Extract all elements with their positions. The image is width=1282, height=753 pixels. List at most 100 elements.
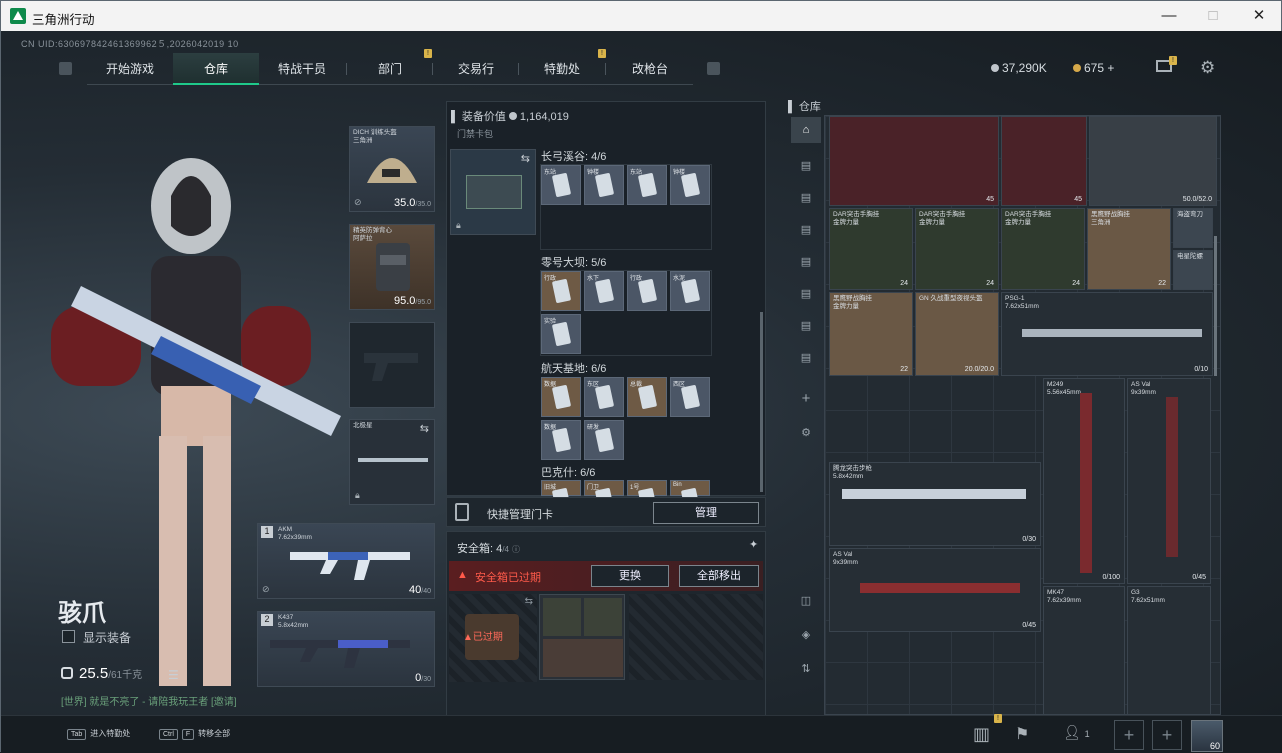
layers-icon[interactable]: ◈ xyxy=(791,622,821,648)
bottom-bar: Tab 进入特勤处 Ctrl F 转移全部 ▥ ! ⚑ 👤︎ 1 + + 60 xyxy=(1,714,1282,753)
add-teammate-button[interactable]: + xyxy=(1114,720,1144,750)
add-page-icon[interactable]: + xyxy=(791,386,821,412)
psg1-image xyxy=(1022,329,1202,337)
storage-item[interactable]: 电星陀螺 xyxy=(1173,250,1213,290)
tab-trade[interactable]: 交易行 xyxy=(433,53,519,85)
keycard[interactable]: 行政 xyxy=(627,271,667,311)
swap-icon[interactable]: ⇆ xyxy=(525,596,533,607)
show-gear-checkbox[interactable] xyxy=(62,630,75,643)
keycard[interactable]: 数据 xyxy=(541,377,581,417)
keycard[interactable]: 钟楼 xyxy=(670,165,710,205)
enter-special-ops-hint[interactable]: Tab 进入特勤处 xyxy=(67,728,130,740)
primary-weapon-slot[interactable]: 1 AKM 7.62x39mm ⊘ 40/40 xyxy=(257,523,435,599)
swap-icon[interactable]: ⇆ xyxy=(521,152,530,165)
storage-page-tab[interactable]: ▤ xyxy=(791,345,821,371)
storage-page-tab[interactable]: ▤ xyxy=(791,281,821,307)
keycard-scrollbar[interactable] xyxy=(760,312,763,492)
storage-grid: 45 45 50.0/52.0 DAR突击手胸挂 金牌力量 24 DAR突击手胸挂… xyxy=(824,115,1221,715)
storage-item[interactable]: 黑鹰野战胸挂 三角洲 22 xyxy=(1087,208,1171,290)
keycard[interactable]: 钟楼 xyxy=(584,165,624,205)
chat-message[interactable]: [世界] 就是不亮了 - 请陪我玩王者 [邀请] xyxy=(61,693,237,708)
gear-icon[interactable]: ⚙ xyxy=(1200,58,1215,78)
keycard[interactable]: 西区 xyxy=(670,377,710,417)
storage-item[interactable]: 海盗弯刀 xyxy=(1173,208,1213,248)
keycard[interactable]: 水下 xyxy=(584,271,624,311)
flag-icon[interactable]: ⚑ xyxy=(1015,724,1029,744)
storage-item[interactable]: 45 xyxy=(829,116,999,206)
move-all-button[interactable]: 全部移出 xyxy=(679,565,759,587)
nav-prev-q-icon[interactable] xyxy=(59,62,72,75)
help-icon[interactable]: ⓘ xyxy=(512,545,520,554)
maximize-button[interactable]: □ xyxy=(1198,6,1228,26)
storage-item[interactable]: AS Val 9x39mm 0/45 xyxy=(829,548,1041,632)
tab-start-game[interactable]: 开始游戏 xyxy=(87,53,173,85)
storage-item[interactable]: M249 5.56x45mm 0/100 xyxy=(1043,378,1125,584)
manage-button[interactable]: 管理 xyxy=(653,502,759,524)
keycard[interactable]: 1号 xyxy=(627,480,667,496)
storage-item[interactable]: 50.0/52.0 xyxy=(1089,116,1217,206)
replace-button[interactable]: 更换 xyxy=(591,565,669,587)
keycard[interactable]: 行政 xyxy=(541,271,581,311)
keycard[interactable]: Bin xyxy=(670,480,710,496)
tab-warehouse[interactable]: 仓库 xyxy=(173,53,259,85)
friends-icon[interactable]: 👤︎ 1 xyxy=(1063,724,1090,741)
keycard[interactable]: 实验 xyxy=(541,314,581,354)
storage-scrollbar[interactable] xyxy=(1214,236,1217,376)
safe-item[interactable] xyxy=(543,639,623,677)
avatar[interactable]: 60 xyxy=(1191,720,1223,752)
transfer-all-hint[interactable]: Ctrl F 转移全部 xyxy=(159,728,230,740)
storage-page-tab[interactable]: ▤ xyxy=(791,217,821,243)
close-button[interactable]: ✕ xyxy=(1244,6,1274,26)
safe-box-slot[interactable]: ▲已过期 ⇆ xyxy=(449,594,537,682)
keycard-label: 东站 xyxy=(544,170,557,176)
filter-icon[interactable]: ◫ xyxy=(791,588,821,614)
pistol-slot-empty[interactable] xyxy=(349,322,435,408)
keycard[interactable]: 研发 xyxy=(584,420,624,460)
storage-page-tab[interactable]: ▤ xyxy=(791,313,821,339)
nav-next-e-icon[interactable] xyxy=(707,62,720,75)
stats-icon[interactable]: ▥ xyxy=(973,724,990,745)
keycard[interactable]: 水泥 xyxy=(670,271,710,311)
safe-item[interactable] xyxy=(584,598,622,636)
storage-item[interactable]: DAR突击手胸挂 金牌力量 24 xyxy=(1001,208,1085,290)
storage-item[interactable]: DAR突击手胸挂 金牌力量 24 xyxy=(829,208,913,290)
storage-item[interactable]: G3 7.62x51mm xyxy=(1127,586,1211,714)
add-currency-button[interactable]: + xyxy=(1107,61,1114,75)
keycard[interactable]: 东区 xyxy=(584,377,624,417)
keycard[interactable]: 总裁 xyxy=(627,377,667,417)
storage-page-tab[interactable]: ▤ xyxy=(791,185,821,211)
storage-page-tab[interactable]: ▤ xyxy=(791,153,821,179)
minimize-button[interactable]: — xyxy=(1154,6,1184,26)
tab-gunsmith[interactable]: 改枪台 xyxy=(607,53,693,85)
storage-item[interactable]: MK47 7.62x39mm xyxy=(1043,586,1125,714)
swap-icon[interactable]: ⇆ xyxy=(420,422,429,435)
storage-home-tab[interactable]: ⌂ xyxy=(791,117,821,143)
safe-item[interactable] xyxy=(543,598,581,636)
tab-special-ops[interactable]: 特勤处 xyxy=(519,53,605,85)
storage-item[interactable]: DAR突击手胸挂 金牌力量 24 xyxy=(915,208,999,290)
secondary-weapon-slot[interactable]: 2 K437 5.8x42mm 0/30 xyxy=(257,611,435,687)
keycard[interactable]: 门卫 xyxy=(584,480,624,496)
storage-item[interactable]: GN 久战重型夜视头盔 20.0/20.0 xyxy=(915,292,999,376)
storage-item[interactable]: 45 xyxy=(1001,116,1087,206)
storage-item[interactable]: PSG-1 7.62x51mm 0/10 xyxy=(1001,292,1213,376)
armor-slot[interactable]: 精英防弹背心 阿萨拉 95.0/95.0 xyxy=(349,224,435,310)
tab-department[interactable]: 部门 xyxy=(347,53,433,85)
keycard[interactable]: 东站 xyxy=(541,165,581,205)
list-icon[interactable]: ☰ xyxy=(168,668,179,682)
add-teammate-button[interactable]: + xyxy=(1152,720,1182,750)
keycard[interactable]: 数据 xyxy=(541,420,581,460)
card-pack-slot[interactable]: ⇆ 🔒︎ xyxy=(450,149,536,235)
keycard[interactable]: 东站 xyxy=(627,165,667,205)
helmet-slot[interactable]: DICH 训练头盔 三角洲 ⊘ 35.0/35.0 xyxy=(349,126,435,212)
storage-item[interactable]: AS Val 9x39mm 0/45 xyxy=(1127,378,1211,584)
melee-slot[interactable]: 北极星 ⇆ 🔒︎ xyxy=(349,419,435,505)
keycard[interactable]: 旧城 xyxy=(541,480,581,496)
storage-page-tab[interactable]: ▤ xyxy=(791,249,821,275)
storage-item[interactable]: 黑鹰野战胸挂 金牌力量 22 xyxy=(829,292,913,376)
sort-icon[interactable]: ⇅ xyxy=(791,656,821,682)
settings-icon[interactable]: ⚙ xyxy=(791,420,821,446)
tab-operators[interactable]: 特战干员 xyxy=(259,53,345,85)
pin-icon[interactable]: ✦ xyxy=(749,538,758,551)
storage-item[interactable]: 腾龙突击步枪 5.8x42mm 0/30 xyxy=(829,462,1041,546)
